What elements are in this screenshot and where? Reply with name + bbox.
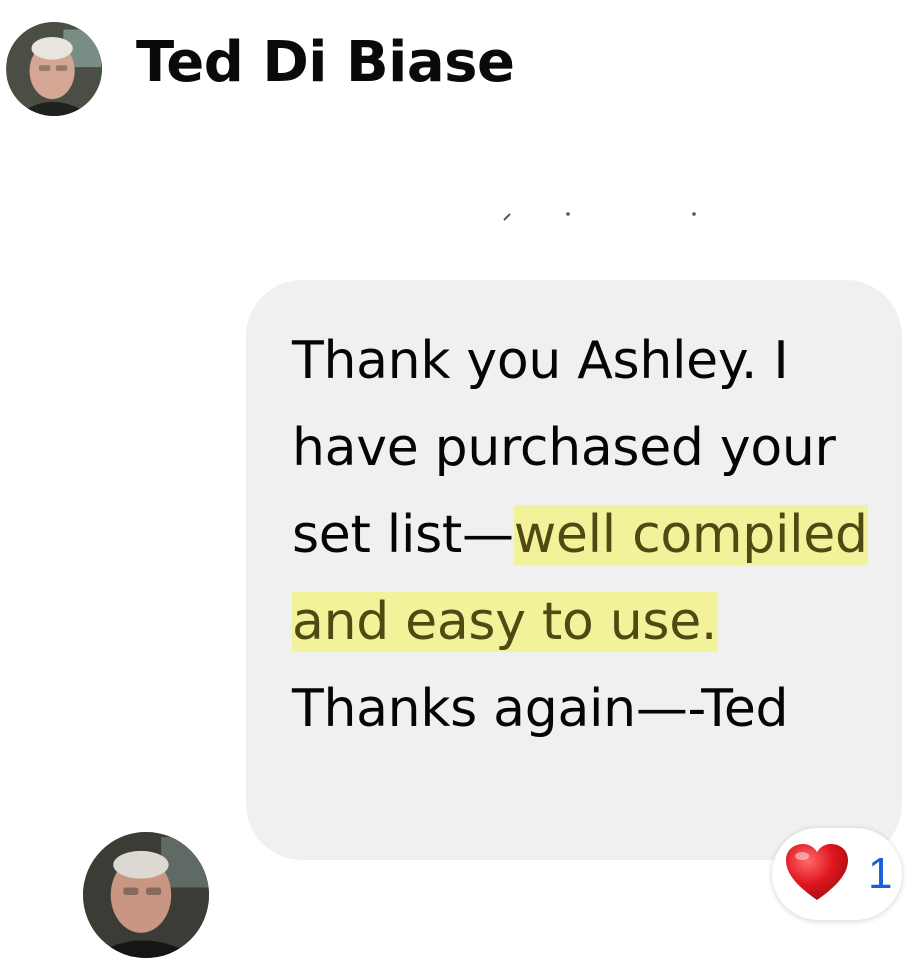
profile-photo-icon [83, 832, 209, 958]
profile-photo-icon [7, 22, 101, 116]
truncated-text-remnant [503, 212, 696, 221]
message-text-signoff: Thanks again—-Ted [292, 679, 789, 739]
chat-screen: Ted Di Biase Thank you Ashley. I have pu… [0, 0, 918, 960]
reaction-pill[interactable]: 1 [772, 828, 902, 920]
reaction-count: 1 [868, 849, 893, 898]
message-author-avatar[interactable] [83, 832, 209, 958]
red-heart-icon [786, 844, 848, 900]
sender-avatar[interactable] [6, 22, 102, 116]
message-text: Thank you Ashley. I have purchased your … [292, 318, 892, 753]
sender-name[interactable]: Ted Di Biase [136, 22, 515, 104]
